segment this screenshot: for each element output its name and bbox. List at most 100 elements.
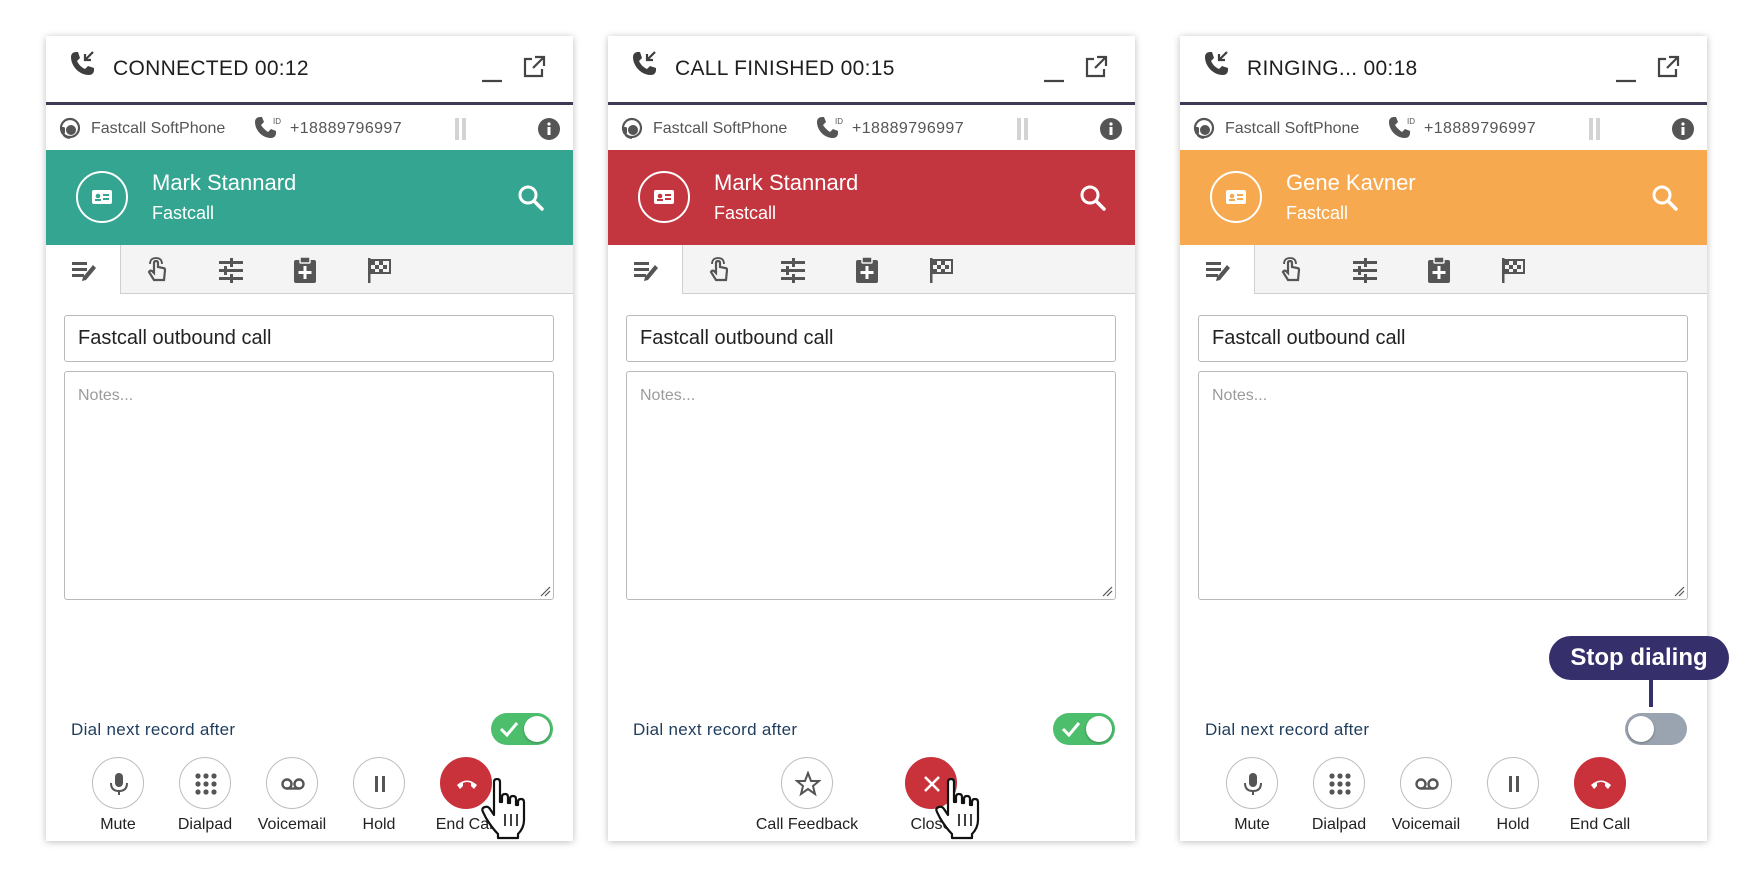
popout-icon[interactable] bbox=[521, 54, 547, 80]
tab-clipboard[interactable] bbox=[1402, 245, 1476, 293]
touch-tab-icon bbox=[147, 257, 167, 282]
contact-card-icon bbox=[654, 190, 674, 204]
caller-id-number: +18889796997 bbox=[852, 120, 965, 137]
contact-header: Mark Stannard Fastcall bbox=[46, 150, 573, 245]
call-status-title: RINGING... 00:18 bbox=[1247, 57, 1418, 80]
resize-handle-icon[interactable] bbox=[1673, 585, 1685, 597]
dial-next-toggle[interactable] bbox=[1625, 713, 1687, 745]
dialpad-icon bbox=[1329, 773, 1351, 795]
tab-notes[interactable] bbox=[46, 245, 121, 294]
search-icon[interactable] bbox=[1651, 184, 1679, 212]
softphone-panel-connected: CONNECTED 00:12 Fastcall SoftPhone ID +1… bbox=[46, 36, 573, 841]
voicemail-icon bbox=[1415, 778, 1439, 790]
notes-textarea[interactable]: Notes... bbox=[64, 371, 554, 600]
end-call-button[interactable]: End Call bbox=[1545, 757, 1655, 837]
tab-settings[interactable] bbox=[1328, 245, 1402, 293]
dial-next-toggle[interactable] bbox=[491, 713, 553, 745]
tab-notes[interactable] bbox=[608, 245, 683, 294]
microphone-icon bbox=[110, 773, 128, 795]
drag-grip-icon[interactable] bbox=[453, 117, 469, 141]
notes-tab-icon bbox=[1206, 262, 1230, 281]
caller-id-number: +18889796997 bbox=[290, 120, 403, 137]
tab-flag[interactable] bbox=[342, 245, 416, 293]
tab-settings[interactable] bbox=[194, 245, 268, 293]
touch-tab-icon bbox=[1281, 257, 1301, 282]
contact-name[interactable]: Mark Stannard bbox=[152, 170, 296, 196]
microphone-icon bbox=[1244, 773, 1262, 795]
call-status-title: CALL FINISHED 00:15 bbox=[675, 57, 895, 80]
flag-tab-icon bbox=[1502, 258, 1525, 283]
dialpad-icon bbox=[195, 773, 217, 795]
tab-flag[interactable] bbox=[1476, 245, 1550, 293]
tab-touch[interactable] bbox=[682, 245, 756, 293]
drag-grip-icon[interactable] bbox=[1587, 117, 1603, 141]
settings-tab-icon bbox=[1353, 258, 1377, 283]
search-icon[interactable] bbox=[1079, 184, 1107, 212]
panel-header: RINGING... 00:18 bbox=[1180, 36, 1707, 105]
hand-pointer-icon bbox=[935, 778, 980, 840]
svg-text:ID: ID bbox=[835, 117, 843, 126]
pause-icon bbox=[1509, 776, 1519, 792]
notes-textarea[interactable]: Notes... bbox=[626, 371, 1116, 600]
agent-headset-icon bbox=[59, 117, 81, 139]
info-icon[interactable] bbox=[1671, 117, 1695, 141]
call-status-title: CONNECTED 00:12 bbox=[113, 57, 309, 80]
resize-handle-icon[interactable] bbox=[1101, 585, 1113, 597]
tab-clipboard[interactable] bbox=[830, 245, 904, 293]
contact-card-icon bbox=[1226, 190, 1246, 204]
stop-dialing-tooltip: Stop dialing bbox=[1549, 636, 1729, 680]
contact-avatar[interactable] bbox=[1210, 171, 1262, 223]
settings-tab-icon bbox=[219, 258, 243, 283]
settings-tab-icon bbox=[781, 258, 805, 283]
tooltip-pointer bbox=[1649, 680, 1653, 707]
minimize-icon[interactable] bbox=[1613, 60, 1639, 86]
clipboard-tab-icon bbox=[294, 256, 316, 283]
tab-flag[interactable] bbox=[904, 245, 978, 293]
notes-textarea[interactable]: Notes... bbox=[1198, 371, 1688, 600]
incoming-call-icon bbox=[1205, 51, 1228, 75]
search-icon[interactable] bbox=[517, 184, 545, 212]
popout-icon[interactable] bbox=[1083, 54, 1109, 80]
resize-handle-icon[interactable] bbox=[539, 585, 551, 597]
check-icon bbox=[499, 722, 519, 738]
end-call-label: End Call bbox=[1569, 816, 1631, 833]
dial-next-label: Dial next record after bbox=[633, 720, 798, 739]
minimize-icon[interactable] bbox=[1041, 60, 1067, 86]
notes-placeholder: Notes... bbox=[640, 387, 696, 404]
subject-input[interactable]: Fastcall outbound call bbox=[64, 315, 554, 362]
subject-input[interactable]: Fastcall outbound call bbox=[1198, 315, 1688, 362]
touch-tab-icon bbox=[709, 257, 729, 282]
info-icon[interactable] bbox=[1099, 117, 1123, 141]
app-name: Fastcall SoftPhone bbox=[91, 120, 226, 137]
toggle-knob bbox=[524, 716, 550, 742]
popout-icon[interactable] bbox=[1655, 54, 1681, 80]
tab-clipboard[interactable] bbox=[268, 245, 342, 293]
contact-name[interactable]: Mark Stannard bbox=[714, 170, 858, 196]
tab-touch[interactable] bbox=[1254, 245, 1328, 293]
drag-grip-icon[interactable] bbox=[1015, 117, 1031, 141]
notes-placeholder: Notes... bbox=[78, 387, 134, 404]
panel-header: CONNECTED 00:12 bbox=[46, 36, 573, 105]
subject-input[interactable]: Fastcall outbound call bbox=[626, 315, 1116, 362]
contact-avatar[interactable] bbox=[638, 171, 690, 223]
contact-company: Fastcall bbox=[1286, 203, 1349, 223]
softphone-info-bar: Fastcall SoftPhone ID +18889796997 bbox=[46, 105, 573, 152]
contact-name[interactable]: Gene Kavner bbox=[1286, 170, 1416, 196]
contact-header: Gene Kavner Fastcall bbox=[1180, 150, 1707, 245]
dial-next-toggle[interactable] bbox=[1053, 713, 1115, 745]
contact-avatar[interactable] bbox=[76, 171, 128, 223]
panel-header: CALL FINISHED 00:15 bbox=[608, 36, 1135, 105]
notes-tab-icon bbox=[634, 262, 658, 281]
toggle-knob bbox=[1086, 716, 1112, 742]
tab-touch[interactable] bbox=[120, 245, 194, 293]
info-icon[interactable] bbox=[537, 117, 561, 141]
svg-text:ID: ID bbox=[273, 117, 281, 126]
minimize-icon[interactable] bbox=[479, 60, 505, 86]
softphone-panel-ringing: RINGING... 00:18 Fastcall SoftPhone ID +… bbox=[1180, 36, 1707, 841]
dial-next-label: Dial next record after bbox=[1205, 720, 1370, 739]
tab-settings[interactable] bbox=[756, 245, 830, 293]
call-feedback-button[interactable]: Call Feedback bbox=[752, 757, 862, 837]
contact-company: Fastcall bbox=[152, 203, 215, 223]
clipboard-tab-icon bbox=[1428, 256, 1450, 283]
tab-notes[interactable] bbox=[1180, 245, 1255, 294]
